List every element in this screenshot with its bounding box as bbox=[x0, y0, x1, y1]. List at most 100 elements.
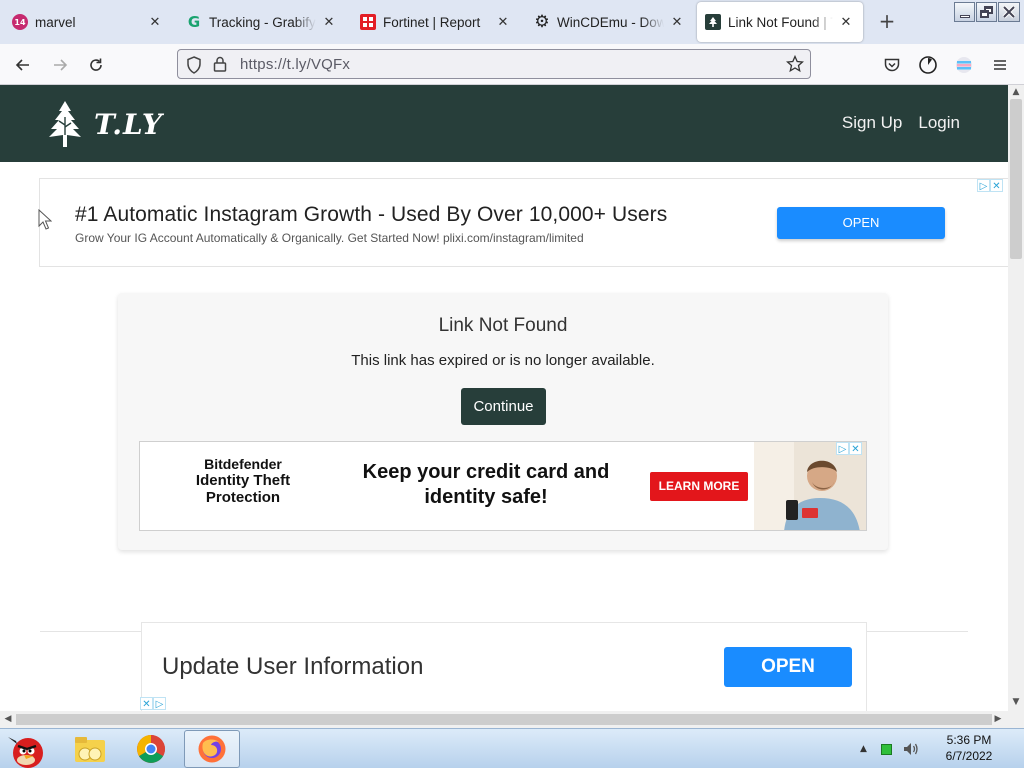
url-text[interactable]: https://t.ly/VQFx bbox=[240, 56, 350, 73]
tab-close-icon[interactable]: ✕ bbox=[837, 15, 855, 30]
angry-bird-start-icon bbox=[8, 737, 43, 768]
system-tray: ▲ bbox=[860, 741, 920, 757]
ad-headline[interactable]: Keep your credit card and identity safe! bbox=[345, 460, 627, 510]
horizontal-scrollbar[interactable]: ◀ ▶ bbox=[0, 711, 1024, 728]
show-hidden-icons-icon[interactable]: ▲ bbox=[860, 744, 867, 754]
tab-title: Link Not Found | T.L bbox=[728, 14, 833, 30]
bitdefender-ad-banner[interactable]: Bitdefender Identity Theft Protection Ke… bbox=[139, 441, 867, 531]
bookmark-star-icon[interactable] bbox=[786, 55, 804, 73]
status-message: This link has expired or is no longer av… bbox=[351, 352, 655, 369]
man-with-phone-image bbox=[754, 442, 866, 530]
login-link[interactable]: Login bbox=[918, 113, 960, 133]
tab-close-icon[interactable]: ✕ bbox=[320, 15, 338, 30]
ad-choices[interactable]: ▷ ✕ bbox=[836, 442, 862, 455]
account-button[interactable] bbox=[915, 52, 941, 78]
clock-date: 6/7/2022 bbox=[945, 749, 993, 763]
ad-open-button[interactable]: OPEN bbox=[777, 207, 945, 239]
forward-arrow-icon bbox=[54, 59, 68, 71]
adchoices-icon[interactable]: ▷ bbox=[977, 179, 990, 192]
browser-navbar: https://t.ly/VQFx bbox=[0, 44, 1024, 85]
tab-title: marvel bbox=[35, 14, 76, 30]
ad-headline[interactable]: #1 Automatic Instagram Growth - Used By … bbox=[75, 203, 667, 227]
link-not-found-card: Link Not Found This link has expired or … bbox=[118, 293, 888, 550]
scroll-right-arrow-icon[interactable]: ▶ bbox=[993, 714, 1003, 724]
taskbar-firefox[interactable] bbox=[184, 730, 240, 768]
system-clock[interactable]: 5:36 PM 6/7/2022 bbox=[936, 732, 1002, 764]
scroll-left-arrow-icon[interactable]: ◀ bbox=[3, 714, 13, 724]
windows-taskbar: ▲ 5:36 PM 6/7/2022 bbox=[0, 728, 1024, 768]
back-arrow-icon bbox=[15, 59, 29, 71]
new-tab-button[interactable]: + bbox=[876, 10, 898, 32]
close-window-button[interactable] bbox=[998, 2, 1020, 22]
scroll-up-arrow-icon[interactable]: ▲ bbox=[1011, 87, 1021, 97]
tab-close-icon[interactable]: ✕ bbox=[146, 15, 164, 30]
bitdefender-logo: Bitdefender Identity Theft Protection bbox=[195, 456, 291, 506]
chrome-icon bbox=[137, 735, 165, 763]
account-icon bbox=[919, 56, 937, 74]
tab-close-icon[interactable]: ✕ bbox=[494, 15, 512, 30]
header-nav: Sign Up Login bbox=[826, 113, 960, 133]
update-info-ad-banner[interactable]: Update User Information OPEN ✕ ▷ bbox=[140, 622, 867, 711]
ad-subtext[interactable]: Grow Your IG Account Automatically & Org… bbox=[75, 231, 584, 245]
horizontal-scroll-thumb[interactable] bbox=[16, 714, 992, 725]
tracking-shield-icon[interactable] bbox=[186, 56, 202, 74]
tab-fortinet[interactable]: Fortinet | Report ✕ bbox=[352, 2, 520, 42]
forward-button[interactable] bbox=[47, 52, 73, 78]
tab-title: Fortinet | Report bbox=[383, 14, 481, 30]
ad-close-icon[interactable]: ✕ bbox=[140, 697, 153, 710]
back-button[interactable] bbox=[10, 52, 36, 78]
taskbar-file-explorer[interactable] bbox=[62, 730, 118, 768]
ad-choices[interactable]: ▷ ✕ bbox=[977, 179, 1003, 192]
reload-button[interactable] bbox=[83, 52, 109, 78]
ad-headline[interactable]: Update User Information bbox=[162, 653, 423, 681]
page-viewport: T.LY Sign Up Login #1 Automatic Instagra… bbox=[0, 85, 1008, 711]
tab-wincdemu[interactable]: ⚙ WinCDEmu - Downl ✕ bbox=[526, 2, 694, 42]
signup-link[interactable]: Sign Up bbox=[842, 113, 902, 133]
pocket-button[interactable] bbox=[879, 52, 905, 78]
brand-logo[interactable]: T.LY bbox=[42, 99, 163, 149]
pocket-icon bbox=[884, 58, 900, 72]
clock-time: 5:36 PM bbox=[946, 733, 992, 747]
instagram-ad-banner[interactable]: #1 Automatic Instagram Growth - Used By … bbox=[38, 178, 1008, 267]
volume-icon[interactable] bbox=[902, 741, 920, 757]
ad-close-icon[interactable]: ✕ bbox=[990, 179, 1003, 192]
gear-icon: ⚙ bbox=[534, 12, 550, 32]
network-icon[interactable] bbox=[880, 743, 892, 755]
ad-close-icon[interactable]: ✕ bbox=[849, 442, 862, 455]
site-header: T.LY Sign Up Login bbox=[0, 85, 1008, 162]
mouse-cursor-icon bbox=[38, 209, 52, 230]
scroll-down-arrow-icon[interactable]: ▼ bbox=[1011, 697, 1021, 707]
tab-marvel[interactable]: 14 marvel ✕ bbox=[4, 2, 172, 42]
ad-choices[interactable]: ✕ ▷ bbox=[140, 697, 166, 710]
window-controls bbox=[953, 2, 1020, 22]
lock-icon[interactable] bbox=[213, 55, 227, 73]
minimize-button[interactable] bbox=[954, 2, 975, 22]
start-button[interactable] bbox=[0, 730, 54, 768]
fortinet-icon bbox=[360, 14, 376, 30]
tab-grabify[interactable]: G Tracking - Grabify IP ✕ bbox=[178, 2, 346, 42]
restore-button[interactable] bbox=[976, 2, 997, 22]
ad-open-button[interactable]: OPEN bbox=[724, 647, 852, 687]
continue-button[interactable]: Continue bbox=[461, 388, 546, 425]
vertical-scrollbar[interactable]: ▲ ▼ bbox=[1008, 85, 1024, 711]
extension-badge-icon bbox=[956, 57, 972, 73]
adchoices-icon[interactable]: ▷ bbox=[153, 697, 166, 710]
menu-button[interactable] bbox=[987, 52, 1013, 78]
address-bar[interactable]: https://t.ly/VQFx bbox=[177, 49, 811, 79]
adchoices-icon[interactable]: ▷ bbox=[836, 442, 849, 455]
tab-title: WinCDEmu - Downl bbox=[557, 14, 664, 30]
marvel-badge-icon: 14 bbox=[12, 14, 28, 30]
grabify-g-icon: G bbox=[187, 13, 201, 31]
reload-icon bbox=[90, 58, 102, 71]
vertical-scroll-thumb[interactable] bbox=[1010, 99, 1022, 259]
taskbar-chrome[interactable] bbox=[123, 730, 179, 768]
tab-close-icon[interactable]: ✕ bbox=[668, 15, 686, 30]
extension-button[interactable] bbox=[951, 52, 977, 78]
tab-title: Tracking - Grabify IP bbox=[209, 14, 316, 30]
tly-tree-icon bbox=[705, 14, 721, 30]
firefox-icon bbox=[198, 735, 226, 763]
brand-name: T.LY bbox=[94, 107, 163, 141]
tab-link-not-found[interactable]: Link Not Found | T.L ✕ bbox=[697, 2, 863, 42]
tree-logo-icon bbox=[49, 101, 81, 147]
learn-more-button[interactable]: LEARN MORE bbox=[650, 472, 748, 501]
